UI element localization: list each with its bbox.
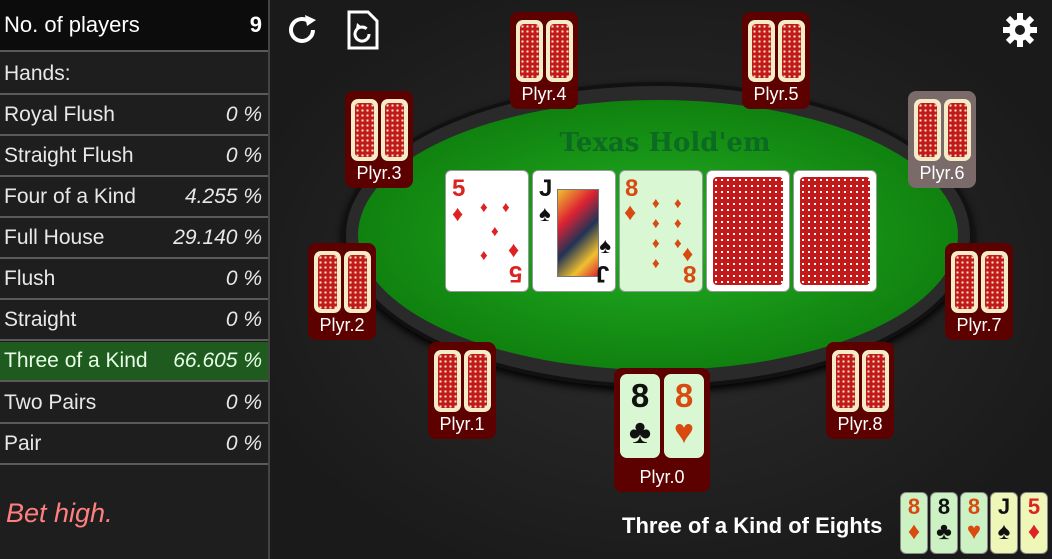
seat-plyr2: Plyr.2 bbox=[308, 243, 376, 340]
seat-plyr3: Plyr.3 bbox=[345, 91, 413, 188]
hand-row-pair: Pair 0 % bbox=[0, 425, 268, 465]
card-rank: 5 bbox=[452, 175, 466, 202]
player-name: Plyr.4 bbox=[521, 84, 567, 104]
community-card-2: J ♠ ♠ J bbox=[532, 170, 616, 292]
player-name: Plyr.1 bbox=[439, 414, 485, 434]
card-suit: ♠ bbox=[997, 518, 1011, 545]
hand-name: Straight Flush bbox=[4, 144, 134, 167]
hand-row-three-kind: Three of a Kind 66.605 % bbox=[0, 342, 268, 382]
seat-plyr8: Plyr.8 bbox=[826, 342, 894, 439]
card-rank: 8 bbox=[937, 494, 951, 519]
jack-face-image bbox=[557, 189, 599, 277]
table-title: Texas Hold'em bbox=[559, 128, 771, 158]
card-suit: ♣ bbox=[936, 518, 952, 545]
best-hand-label: Three of a Kind of Eights bbox=[622, 513, 883, 538]
hand-row-two-pairs: Two Pairs 0 % bbox=[0, 384, 268, 424]
player-card-1: 8 ♣ bbox=[620, 374, 660, 458]
hand-pct: 0 % bbox=[225, 391, 262, 414]
stats-panel: No. of players 9 Hands: Royal Flush 0 % … bbox=[0, 0, 270, 559]
hand-name: Full House bbox=[4, 226, 105, 249]
hand-row-four-kind: Four of a Kind 4.255 % bbox=[0, 178, 268, 218]
hand-row-straight-flush: Straight Flush 0 % bbox=[0, 137, 268, 177]
player-name: Plyr.6 bbox=[919, 163, 965, 183]
seat-plyr4: Plyr.4 bbox=[510, 12, 578, 109]
card-rank: J bbox=[997, 494, 1011, 519]
hand-pct: 0 % bbox=[225, 267, 262, 290]
hand-pct: 0 % bbox=[225, 308, 262, 331]
card-rank: 8 bbox=[630, 377, 650, 414]
best-card-3: 8 ♥ bbox=[960, 492, 988, 554]
hand-pct: 29.140 % bbox=[173, 226, 262, 249]
best-card-5: 5 ♦ bbox=[1020, 492, 1048, 554]
hand-pct: 0 % bbox=[225, 103, 262, 126]
hand-name: Four of a Kind bbox=[4, 185, 136, 208]
player-name: Plyr.0 bbox=[639, 467, 685, 487]
player-name: Plyr.7 bbox=[956, 315, 1002, 335]
players-selector[interactable]: No. of players 9 bbox=[0, 0, 268, 52]
hand-name: Flush bbox=[4, 267, 56, 290]
hand-name: Straight bbox=[4, 308, 77, 331]
hand-name: Royal Flush bbox=[4, 103, 115, 126]
player-name: Plyr.2 bbox=[319, 315, 365, 335]
hand-pct: 66.605 % bbox=[173, 349, 262, 372]
player-name: Plyr.8 bbox=[837, 414, 883, 434]
best-card-4: J ♠ bbox=[990, 492, 1018, 554]
card-rank: J bbox=[539, 175, 553, 202]
player-card-2: 8 ♥ bbox=[664, 374, 704, 458]
card-suit: ♥ bbox=[966, 518, 982, 545]
card-rank: 8 bbox=[674, 377, 694, 414]
player-name: Plyr.3 bbox=[356, 163, 402, 183]
community-card-4-facedown bbox=[706, 170, 790, 292]
hand-row-straight: Straight 0 % bbox=[0, 301, 268, 341]
card-suit: ♣ bbox=[628, 413, 652, 451]
best-card-2: 8 ♣ bbox=[930, 492, 958, 554]
history-icon[interactable] bbox=[343, 10, 383, 50]
seat-plyr0: 8 ♣ 8 ♥ Plyr.0 bbox=[614, 368, 710, 492]
hand-row-flush: Flush 0 % bbox=[0, 260, 268, 300]
community-card-1: 5 ♦ ♦ ♦ ♦ ♦ ♦ 5 bbox=[445, 170, 529, 292]
card-suit: ♦ bbox=[907, 518, 921, 545]
seat-plyr6: Plyr.6 bbox=[908, 91, 976, 188]
seat-plyr1: Plyr.1 bbox=[428, 342, 496, 439]
card-rank: 8 bbox=[967, 494, 981, 519]
hands-header-row: Hands: bbox=[0, 55, 268, 95]
hand-pct: 4.255 % bbox=[184, 185, 262, 208]
hand-row-royal-flush: Royal Flush 0 % bbox=[0, 96, 268, 136]
refresh-icon[interactable] bbox=[282, 10, 322, 50]
players-count[interactable]: 9 bbox=[250, 12, 262, 38]
community-card-5-facedown bbox=[793, 170, 877, 292]
card-rank: 8 bbox=[907, 494, 921, 519]
hand-name: Two Pairs bbox=[4, 391, 97, 414]
hand-name: Pair bbox=[4, 432, 42, 455]
card-suit: ♥ bbox=[673, 413, 695, 451]
hand-pct: 0 % bbox=[225, 144, 262, 167]
seat-plyr7: Plyr.7 bbox=[945, 243, 1013, 340]
players-label: No. of players bbox=[4, 12, 140, 37]
card-suit: ♦ bbox=[624, 199, 637, 226]
gear-icon[interactable] bbox=[1000, 10, 1040, 50]
community-card-3: 8 ♦ ♦ ♦ ♦ ♦ ♦ ♦ ♦ ♦ 8 bbox=[619, 170, 703, 292]
hand-row-full-house: Full House 29.140 % bbox=[0, 219, 268, 259]
hand-name: Three of a Kind bbox=[4, 349, 148, 372]
card-suit: ♦ bbox=[452, 201, 464, 226]
player-name: Plyr.5 bbox=[753, 84, 799, 104]
card-suit: ♦ bbox=[1027, 518, 1041, 545]
hand-pct: 0 % bbox=[225, 432, 262, 455]
card-suit: ♠ bbox=[539, 201, 551, 226]
hands-header: Hands: bbox=[4, 62, 71, 85]
advice-text: Bet high. bbox=[6, 498, 113, 528]
card-rank: 5 bbox=[1027, 494, 1041, 519]
seat-plyr5: Plyr.5 bbox=[742, 12, 810, 109]
best-card-1: 8 ♦ bbox=[900, 492, 928, 554]
